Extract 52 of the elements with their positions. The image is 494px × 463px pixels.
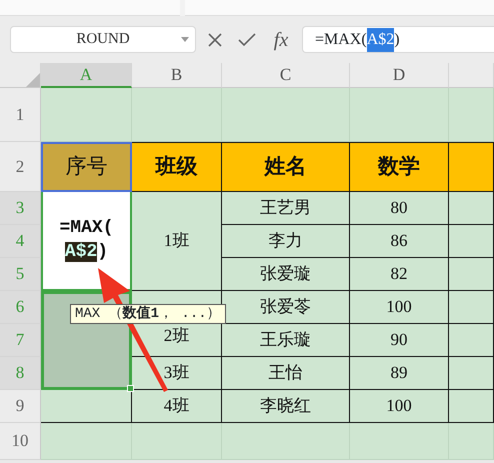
header-cell: 数学 — [350, 142, 449, 192]
table-cell: 李力 — [222, 225, 350, 258]
row-header[interactable]: 4 — [0, 225, 41, 258]
function-button[interactable]: fx — [266, 24, 296, 54]
table-cell: 90 — [350, 324, 449, 357]
table-cell — [449, 192, 494, 225]
row-header[interactable]: 5 — [0, 258, 41, 291]
function-tooltip: MAX （数值1， ...） — [70, 304, 226, 324]
name-box[interactable]: ROUND — [10, 26, 196, 53]
table-cell: 张爱璇 — [222, 258, 350, 291]
table-cell: 1班 — [132, 192, 222, 291]
table-cell: 86 — [350, 225, 449, 258]
row-header[interactable]: 6 — [0, 291, 41, 324]
row-header[interactable]: 3 — [0, 192, 41, 225]
table-cell: 4班 — [132, 390, 222, 423]
row-header[interactable]: 1 — [0, 88, 41, 142]
fill-handle[interactable] — [127, 385, 134, 392]
table-cell — [449, 258, 494, 291]
corner-header[interactable] — [0, 63, 41, 88]
header-cell — [449, 142, 494, 192]
table-cell: 100 — [350, 390, 449, 423]
table-cell: 王艺男 — [222, 192, 350, 225]
formula-field[interactable]: =MAX(A$2) — [302, 26, 494, 53]
dropdown-icon[interactable] — [181, 37, 189, 42]
row-header[interactable]: 10 — [0, 423, 41, 460]
table-cell — [449, 324, 494, 357]
column-header[interactable]: D — [350, 63, 449, 88]
table-cell: 82 — [350, 258, 449, 291]
table-cell: 李晓红 — [222, 390, 350, 423]
table-cell — [449, 357, 494, 390]
header-cell: 班级 — [132, 142, 222, 192]
table-cell: 3班 — [132, 357, 222, 390]
row-header[interactable]: 9 — [0, 390, 41, 423]
table-cell — [449, 225, 494, 258]
cancel-icon[interactable] — [207, 32, 223, 48]
table-cell — [449, 390, 494, 423]
table-cell: 王怡 — [222, 357, 350, 390]
cell-editor[interactable]: =MAX( A$2) — [41, 192, 132, 291]
check-icon[interactable] — [238, 32, 256, 46]
row-header[interactable]: 2 — [0, 142, 41, 192]
table-cell: 100 — [350, 291, 449, 324]
table-cell: 王乐璇 — [222, 324, 350, 357]
row-header[interactable]: 7 — [0, 324, 41, 357]
column-header[interactable]: C — [222, 63, 350, 88]
header-cell: 姓名 — [222, 142, 350, 192]
table-cell: 89 — [350, 357, 449, 390]
header-cell: 序号 — [41, 142, 132, 192]
row-header[interactable]: 8 — [0, 357, 41, 390]
column-header[interactable]: A — [41, 63, 132, 88]
table-cell — [449, 291, 494, 324]
column-header[interactable]: B — [132, 63, 222, 88]
table-cell: 80 — [350, 192, 449, 225]
